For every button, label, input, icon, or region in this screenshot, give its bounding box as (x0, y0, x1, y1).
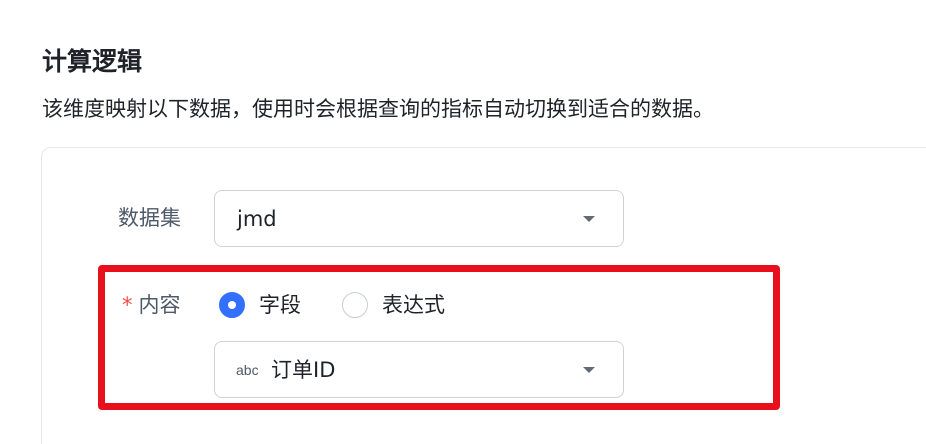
caret-down-icon (583, 216, 595, 222)
dataset-label: 数据集 (118, 206, 181, 230)
dataset-select[interactable]: jmd (214, 190, 624, 247)
page: 计算逻辑 该维度映射以下数据，使用时会根据查询的指标自动切换到适合的数据。 数据… (0, 0, 926, 444)
required-marker: * (122, 293, 133, 317)
content-label-text: 内容 (138, 293, 181, 317)
text-field-type-icon: abc (236, 362, 259, 378)
caret-down-icon (583, 367, 595, 373)
radio-label-expression: 表达式 (382, 293, 445, 317)
radio-option-field[interactable]: 字段 (219, 290, 301, 320)
section-title: 计算逻辑 (42, 47, 143, 76)
section-description: 该维度映射以下数据，使用时会根据查询的指标自动切换到适合的数据。 (42, 97, 714, 121)
content-label: * 内容 (122, 290, 181, 320)
radio-option-expression[interactable]: 表达式 (342, 290, 445, 320)
field-select[interactable]: abc 订单ID (214, 341, 624, 398)
dataset-select-value: jmd (237, 207, 277, 231)
radio-unchecked-icon (342, 292, 368, 318)
radio-label-field: 字段 (259, 293, 301, 317)
radio-checked-icon (219, 292, 245, 318)
field-select-value: 订单ID (271, 358, 336, 382)
